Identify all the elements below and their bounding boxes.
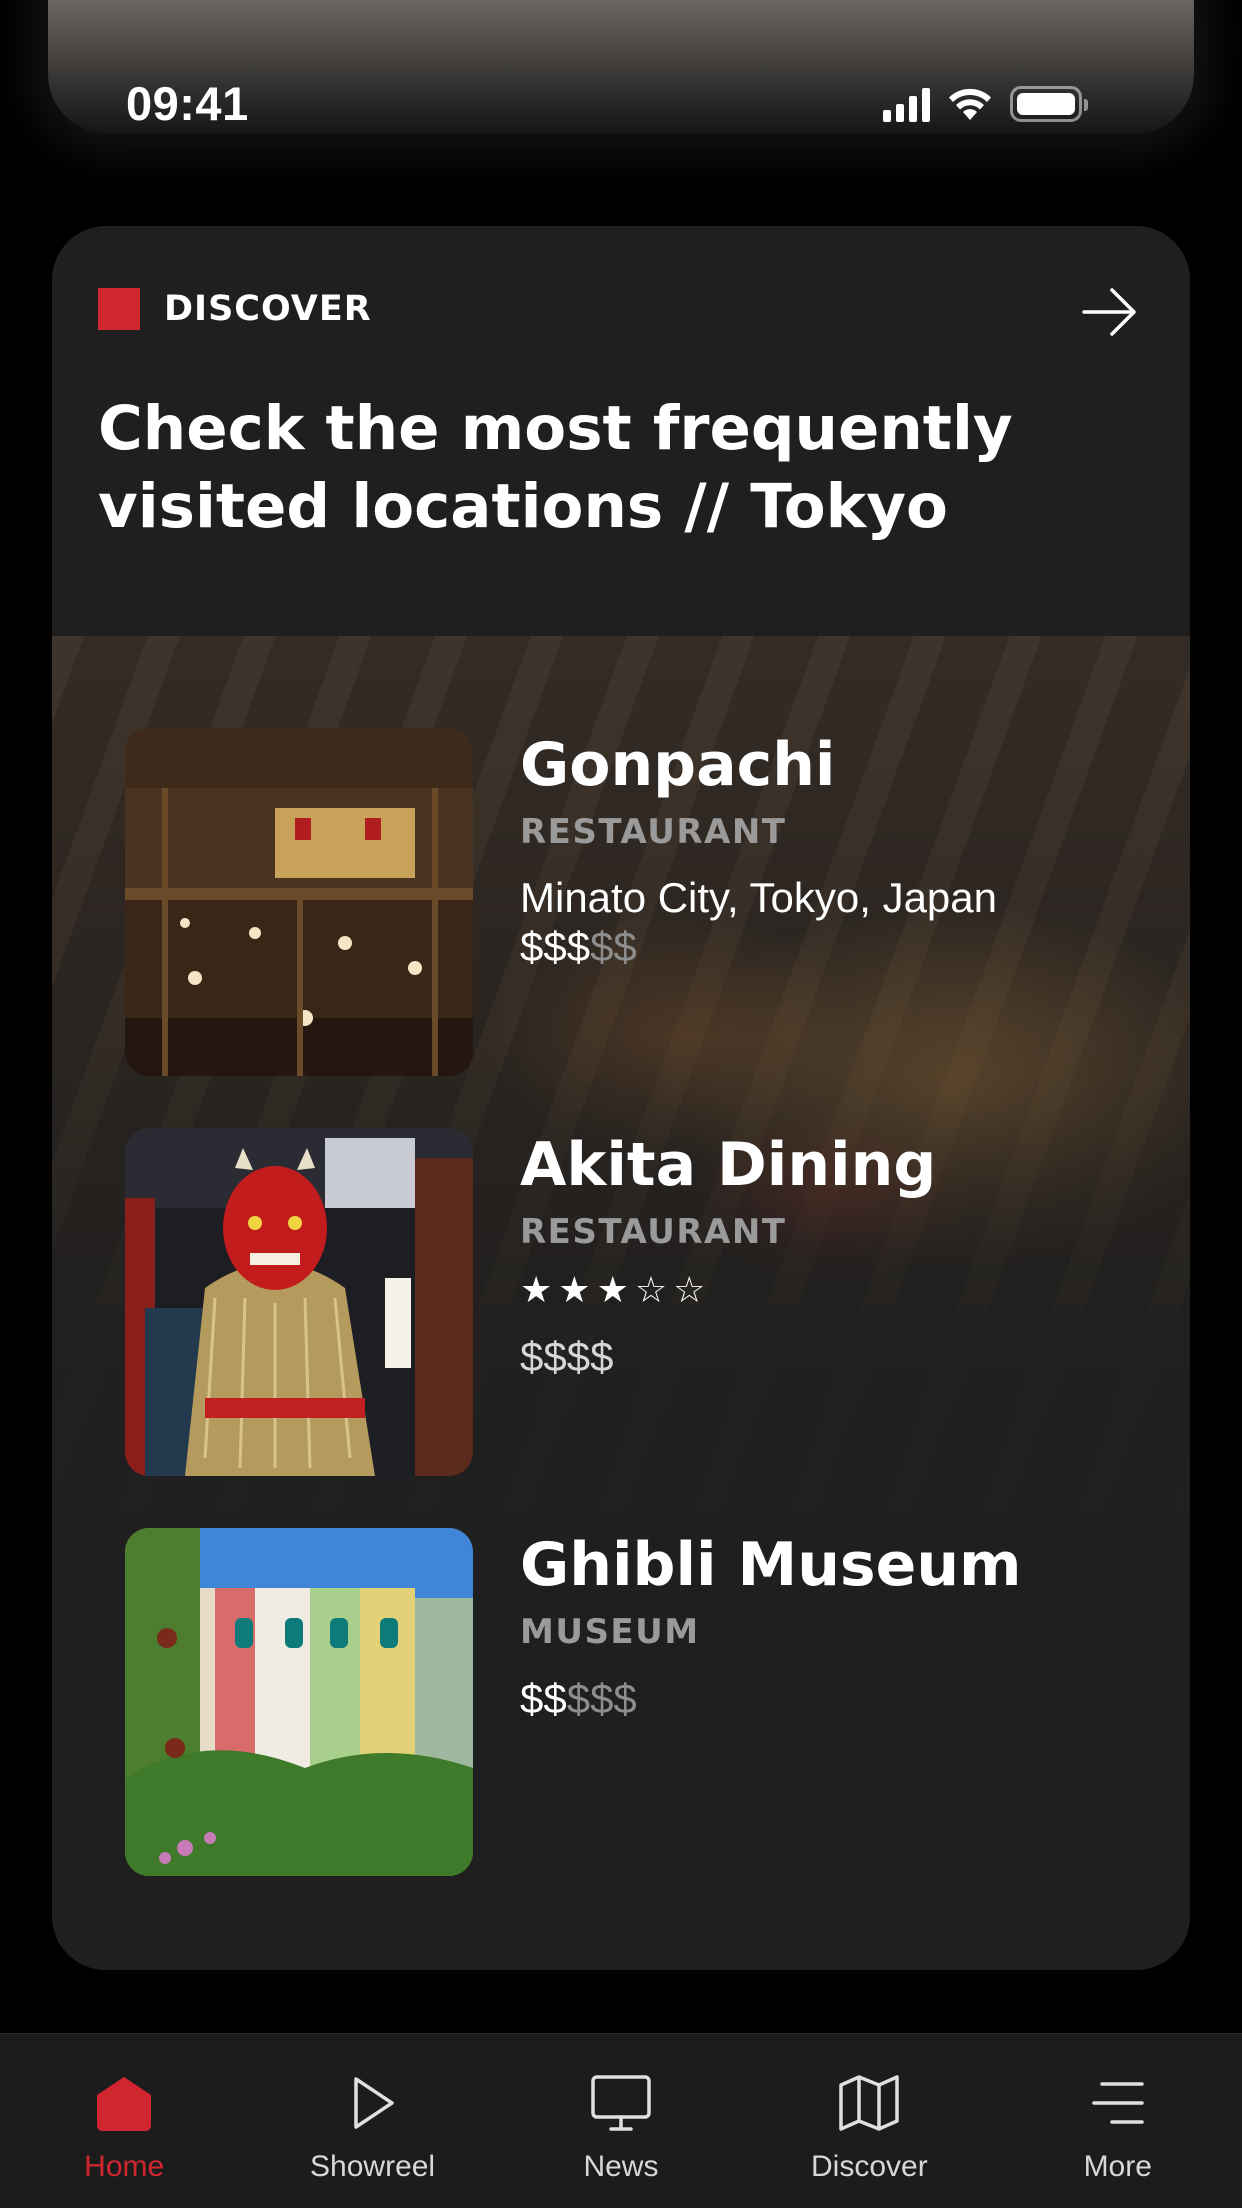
see-all-button[interactable] [1080,282,1140,342]
place-info: Gonpachi RESTAURANT Minato City, Tokyo, … [520,728,1120,972]
price-inactive: $$ [590,923,637,970]
arrow-right-icon [1082,288,1136,336]
discover-card: DISCOVER Check the most frequently visit… [52,226,1190,1970]
card-header: DISCOVER [98,288,372,330]
screen: 09:41 DISCOVER Check the most frequently… [0,0,1242,2208]
card-title: Check the most frequently visited locati… [98,393,1013,542]
tab-more[interactable]: More [1018,2034,1218,2184]
star-empty-icon: ☆ [673,1269,706,1310]
price-active: $$ [520,1675,567,1722]
place-card-gonpachi[interactable]: Gonpachi RESTAURANT Minato City, Tokyo, … [125,728,1125,1078]
place-type: MUSEUM [520,1612,700,1652]
tab-label: Home [84,2150,165,2183]
wifi-icon [949,88,991,120]
price-level: $$$$$ [520,922,1120,972]
place-name: Ghibli Museum [520,1530,1022,1600]
price-level: $$$$ [520,1332,1120,1382]
status-time: 09:41 [126,77,249,130]
place-card-akita-dining[interactable]: Akita Dining RESTAURANT ★ ★ ★ ☆ ☆ $$$$ [125,1128,1125,1478]
tab-home[interactable]: Home [24,2034,224,2184]
tab-bar: Home Showreel News Discover More [0,2033,1242,2208]
place-thumbnail [125,1528,473,1876]
place-thumbnail [125,728,473,1076]
monitor-icon [586,2068,656,2138]
battery-icon [1010,86,1088,122]
place-info: Ghibli Museum MUSEUM $$$$$ [520,1528,1120,1724]
place-type: RESTAURANT [520,1212,787,1252]
price-inactive: $$$ [566,1675,637,1722]
price-active: $$$ [520,923,591,970]
map-icon [834,2068,904,2138]
star-rating: ★ ★ ★ ☆ ☆ [520,1270,1120,1310]
museum-building-image [125,1528,473,1876]
tab-discover[interactable]: Discover [769,2034,969,2184]
star-filled-icon: ★ [558,1269,591,1310]
place-address: Minato City, Tokyo, Japan [520,874,998,921]
star-empty-icon: ☆ [634,1269,668,1310]
place-thumbnail [125,1128,473,1476]
tab-label: Showreel [310,2150,436,2183]
home-icon [89,2068,159,2138]
star-filled-icon: ★ [596,1269,629,1310]
price-active: $$$$ [520,1333,614,1380]
section-label: DISCOVER [164,289,372,329]
place-card-ghibli-museum[interactable]: Ghibli Museum MUSEUM $$$$$ [125,1528,1125,1878]
place-name: Akita Dining [520,1130,937,1200]
price-level: $$$$$ [520,1674,1120,1724]
accent-square [98,288,140,330]
tab-label: More [1083,2150,1152,2183]
place-type: RESTAURANT [520,812,787,852]
place-info: Akita Dining RESTAURANT ★ ★ ★ ☆ ☆ $$$$ [520,1128,1120,1382]
tab-news[interactable]: News [521,2034,721,2184]
place-name: Gonpachi [520,730,836,800]
namahage-mask-image [125,1128,473,1476]
play-icon [338,2068,408,2138]
star-filled-icon: ★ [520,1269,553,1310]
cellular-signal-icon [883,86,930,122]
tab-label: Discover [811,2150,928,2183]
tab-label: News [583,2150,659,2183]
menu-icon [1083,2068,1153,2138]
restaurant-interior-image [125,728,473,1076]
tab-showreel[interactable]: Showreel [273,2034,473,2184]
status-icons [883,86,1088,122]
